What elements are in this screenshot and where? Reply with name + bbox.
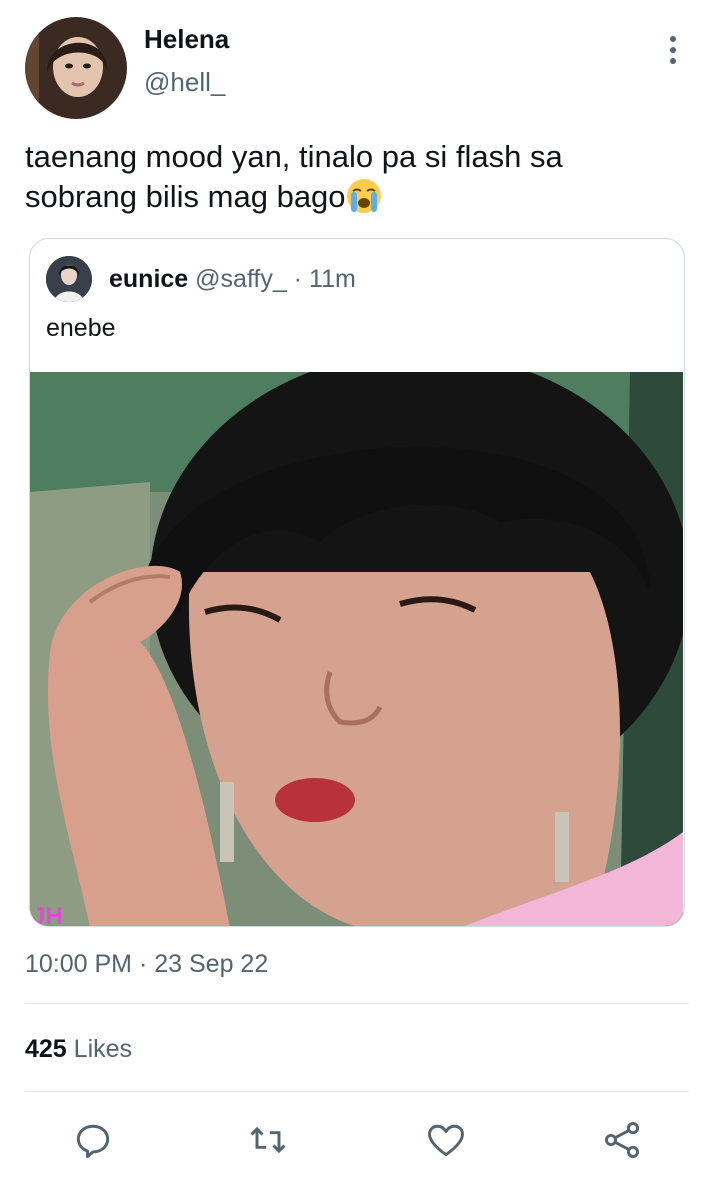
author-display-name[interactable]: Helena — [144, 24, 229, 55]
tweet-date: 23 Sep 22 — [154, 950, 269, 978]
quoted-time: · 11m — [293, 265, 356, 293]
likes-label: Likes — [73, 1035, 133, 1063]
share-icon[interactable] — [600, 1118, 644, 1162]
quoted-header: eunice @saffy_ · 11m — [109, 265, 356, 294]
quoted-tweet-card[interactable]: eunice @saffy_ · 11m enebe JH — [29, 238, 685, 927]
tweet-time: 10:00 PM — [25, 950, 133, 978]
heart-icon[interactable] — [424, 1118, 468, 1162]
quoted-handle: @saffy_ — [195, 265, 287, 293]
divider — [25, 1091, 690, 1092]
tweet-body: taenang mood yan, tinalo pa si flash sa … — [25, 139, 563, 214]
media-watermark: JH — [32, 903, 63, 927]
tweet-text: taenang mood yan, tinalo pa si flash sa … — [25, 137, 665, 217]
quoted-media-image[interactable]: JH — [30, 372, 683, 927]
retweet-icon[interactable] — [246, 1118, 290, 1162]
author-handle[interactable]: @hell_ — [144, 67, 225, 98]
timestamp-separator: · — [138, 950, 148, 978]
likes-stat[interactable]: 425 Likes — [25, 1035, 132, 1064]
more-options-icon[interactable] — [660, 34, 686, 66]
quoted-display-name: eunice — [109, 265, 189, 293]
divider — [25, 1003, 690, 1004]
loudly-crying-face-icon — [346, 178, 382, 214]
quoted-text: enebe — [46, 314, 116, 342]
tweet-timestamp[interactable]: 10:00 PM · 23 Sep 22 — [25, 950, 268, 979]
quoted-author-avatar — [46, 256, 92, 302]
reply-icon[interactable] — [71, 1118, 115, 1162]
likes-count: 425 — [25, 1035, 67, 1063]
tweet-action-bar — [0, 1118, 715, 1162]
author-avatar[interactable] — [25, 17, 127, 119]
